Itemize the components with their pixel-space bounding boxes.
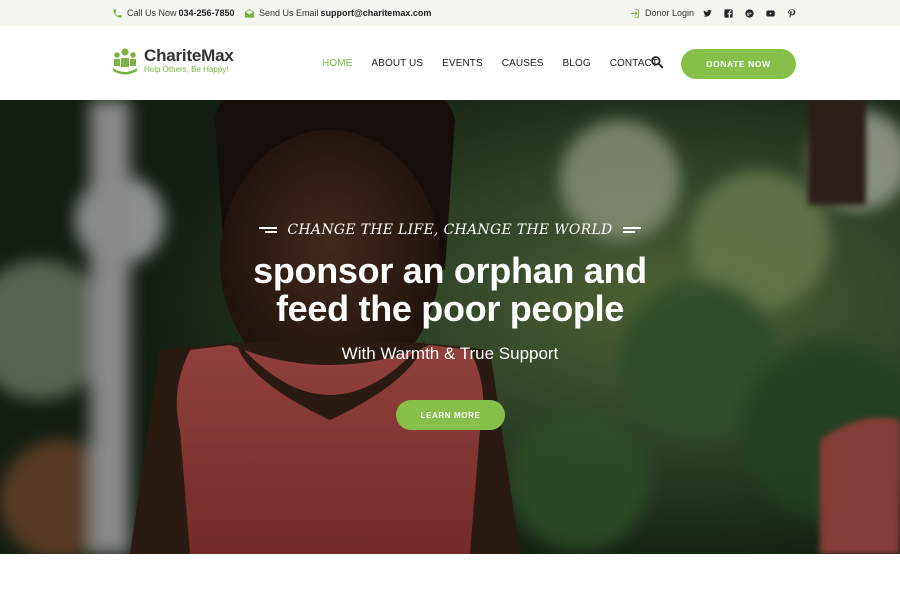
nav-item-events[interactable]: EVENTS (442, 58, 483, 69)
social-links: g+ (703, 0, 808, 26)
email-label: Send Us Email (259, 8, 319, 18)
facebook-icon[interactable] (724, 8, 733, 18)
nav-item-blog[interactable]: BLOG (563, 58, 591, 69)
email-address[interactable]: support@charitemax.com (321, 8, 432, 18)
brand-tagline: Help Others, Be Happy! (144, 65, 229, 74)
svg-text:g+: g+ (747, 11, 753, 16)
hero-headline: sponsor an orphan and feed the poor peop… (0, 252, 900, 328)
hero-headline-line2: feed the poor people (275, 288, 625, 329)
donor-login-link[interactable]: Donor Login (629, 0, 694, 26)
twitter-icon[interactable] (703, 9, 712, 18)
hero-headline-line1: sponsor an orphan and (253, 250, 647, 291)
email-contact: Send Us Email support@charitemax.com (244, 0, 431, 26)
nav-item-causes[interactable]: CAUSES (502, 58, 544, 69)
kicker-dash-right (622, 227, 641, 233)
sign-in-icon (629, 8, 640, 19)
google-plus-icon[interactable]: g+ (745, 8, 754, 18)
top-bar: Call Us Now 034-256-7850 Send Us Email s… (0, 0, 900, 26)
logo-text: ChariteMax Help Others, Be Happy! (144, 47, 234, 75)
hero-banner: CHANGE THE LIFE, CHANGE THE WORLD sponso… (0, 100, 900, 554)
search-icon[interactable] (650, 55, 664, 69)
hero-kicker-text: CHANGE THE LIFE, CHANGE THE WORLD (287, 222, 613, 238)
charity-logo-icon (113, 48, 137, 75)
phone-contact: Call Us Now 034-256-7850 (112, 0, 235, 26)
hero-kicker: CHANGE THE LIFE, CHANGE THE WORLD (0, 222, 900, 238)
phone-number[interactable]: 034-256-7850 (179, 8, 235, 18)
site-logo[interactable]: ChariteMax Help Others, Be Happy! (112, 46, 234, 76)
learn-more-button[interactable]: LEARN MORE (396, 400, 505, 430)
donor-login-label: Donor Login (645, 8, 695, 18)
phone-icon (112, 8, 123, 19)
main-nav: HOME ABOUT US EVENTS CAUSES BLOG CONTACT (322, 26, 677, 100)
page-content-start (0, 554, 900, 600)
kicker-dash-left (259, 227, 278, 233)
donate-now-button[interactable]: DONATE NOW (681, 49, 796, 79)
pinterest-icon[interactable] (787, 8, 796, 18)
brand-name: ChariteMax (144, 46, 234, 65)
phone-label: Call Us Now (127, 8, 177, 18)
youtube-icon[interactable] (766, 9, 775, 18)
envelope-icon (244, 8, 255, 19)
nav-item-home[interactable]: HOME (322, 58, 352, 69)
site-header: ChariteMax Help Others, Be Happy! HOME A… (0, 26, 900, 100)
hero-subheadline: With Warmth & True Support (341, 344, 559, 363)
nav-item-about-us[interactable]: ABOUT US (371, 58, 423, 69)
